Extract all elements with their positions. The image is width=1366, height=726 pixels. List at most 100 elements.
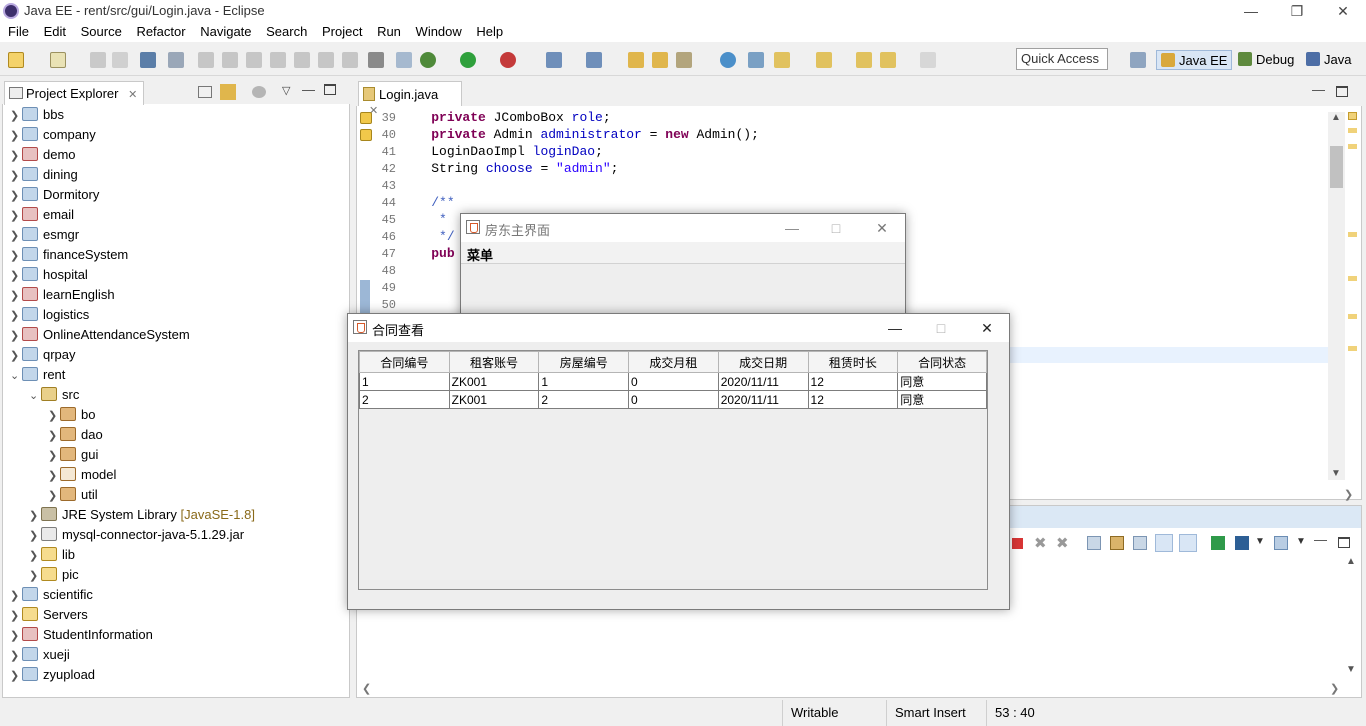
step-return-icon[interactable] [342,52,358,68]
dropdown-arrow-icon[interactable]: ▼ [1296,536,1306,547]
cell[interactable]: 0 [628,390,719,409]
menu-source[interactable]: Source [81,22,122,39]
search-icon[interactable] [676,52,692,68]
tree-item-lib[interactable]: ❯ lib [29,547,75,567]
col-contract-id[interactable]: 合同编号 [359,351,450,373]
tree-item-rent[interactable]: ⌄ rent [10,367,65,387]
tree-item-bbs[interactable]: ❯ bbs [10,107,64,127]
minimize-icon[interactable]: — [872,316,918,340]
tree-item-onlineattendancesystem[interactable]: ❯ OnlineAttendanceSystem [10,327,190,347]
tree-item-demo[interactable]: ❯ demo [10,147,76,167]
show-console-on-error-icon[interactable] [1179,534,1197,552]
tree-item-esmgr[interactable]: ❯ esmgr [10,227,79,247]
tree-item-financesystem[interactable]: ❯ financeSystem [10,247,128,267]
tree-item-bo[interactable]: ❯ bo [48,407,95,427]
pin-console-icon[interactable] [1211,536,1225,550]
col-lease-duration[interactable]: 租赁时长 [807,351,899,373]
col-tenant-account[interactable]: 租客账号 [448,351,540,373]
coverage-icon[interactable] [500,52,516,68]
cell[interactable]: 同意 [897,390,987,409]
remove-all-icon[interactable]: ✖ [1056,534,1069,552]
cell[interactable]: 1 [538,372,630,391]
maximize-icon[interactable]: □ [918,316,964,340]
col-contract-status[interactable]: 合同状态 [897,351,987,373]
quick-access-input[interactable]: Quick Access [1016,48,1108,70]
maximize-view-icon[interactable] [324,84,336,95]
minimize-icon[interactable]: — [1228,0,1274,22]
run-icon[interactable] [460,52,476,68]
clear-console-icon[interactable] [1087,536,1101,550]
tree-item-xueji[interactable]: ❯ xueji [10,647,70,667]
back-icon[interactable] [880,52,896,68]
cell[interactable]: ZK001 [448,372,540,391]
terminate-icon[interactable] [246,52,262,68]
collapse-all-icon[interactable] [198,86,212,98]
menu-search[interactable]: Search [266,22,307,39]
save-icon[interactable] [90,52,106,68]
terminate-icon[interactable] [1012,538,1023,549]
save-all-icon[interactable] [112,52,128,68]
overview-marker[interactable] [1348,346,1357,351]
tree-item-scientific[interactable]: ❯ scientific [10,587,93,607]
remove-launch-icon[interactable]: ✖ [1034,534,1047,552]
close-icon[interactable]: ✕ [964,316,1010,340]
tree-item-dormitory[interactable]: ❯ Dormitory [10,187,99,207]
cell[interactable]: 0 [628,372,719,391]
step-into-icon[interactable] [294,52,310,68]
tree-item-zyupload[interactable]: ❯ zyupload [10,667,95,687]
overview-marker[interactable] [1348,144,1357,149]
tree-item-email[interactable]: ❯ email [10,207,74,227]
filter-icon[interactable] [252,86,266,98]
show-console-on-output-icon[interactable] [1155,534,1173,552]
menu-edit[interactable]: Edit [44,22,66,39]
overview-marker[interactable] [1348,232,1357,237]
open-type-icon[interactable] [628,52,644,68]
tab-login-java[interactable]: Login.java ✕ [358,81,462,117]
tree-item-util[interactable]: ❯ util [48,487,98,507]
restore-icon[interactable]: ❐ [1274,0,1320,22]
web-browser-icon[interactable] [720,52,736,68]
tree-item-pic[interactable]: ❯ pic [29,567,79,587]
maximize-panel-icon[interactable] [1338,537,1350,548]
cell[interactable]: 12 [807,390,899,409]
disconnect-icon[interactable] [270,52,286,68]
minimize-editor-icon[interactable]: — [1312,82,1325,97]
next-annotation-icon[interactable] [774,52,790,68]
menu-help[interactable]: Help [476,22,503,39]
cell[interactable]: 2020/11/11 [717,390,809,409]
cell[interactable]: 2020/11/11 [717,372,809,391]
tab-project-explorer[interactable]: Project Explorer ✕ [4,81,144,105]
tree-item-model[interactable]: ❯ model [48,467,116,487]
view-menu-icon[interactable]: ▽ [282,84,290,97]
link-editor-icon[interactable] [220,84,236,100]
close-tab-icon[interactable]: ✕ [128,89,137,101]
perspective-java-ee[interactable]: Java EE [1156,50,1233,70]
console-scroll-down-icon[interactable]: ▼ [1346,664,1356,675]
tree-item-logistics[interactable]: ❯ logistics [10,307,89,327]
step-over-icon[interactable] [318,52,334,68]
open-console-icon[interactable] [1274,536,1288,550]
minimize-view-icon[interactable]: — [302,82,315,97]
display-console-icon[interactable] [1235,536,1249,550]
tree-item-dao[interactable]: ❯ dao [48,427,103,447]
cell[interactable]: ZK001 [448,390,540,409]
menu-caidan[interactable]: 菜单 [467,245,493,264]
tree-item-studentinformation[interactable]: ❯ StudentInformation [10,627,153,647]
minimize-icon[interactable]: — [769,216,815,240]
maximize-icon[interactable]: □ [813,216,859,240]
menu-navigate[interactable]: Navigate [200,22,251,39]
menu-run[interactable]: Run [377,22,401,39]
close-icon[interactable]: ✕ [1320,0,1366,22]
cell[interactable]: 12 [807,372,899,391]
tree-item-company[interactable]: ❯ company [10,127,96,147]
last-edit-icon[interactable] [856,52,872,68]
use-step-filters-icon[interactable] [396,52,412,68]
console-scroll-up-icon[interactable]: ▲ [1346,556,1356,567]
new-server-icon[interactable] [546,52,562,68]
close-icon[interactable]: ✕ [859,216,905,240]
col-deal-date[interactable]: 成交日期 [717,351,809,373]
perspective-java[interactable]: Java [1302,50,1355,70]
debug-icon[interactable] [420,52,436,68]
tree-item-hospital[interactable]: ❯ hospital [10,267,88,287]
forward-icon[interactable] [920,52,936,68]
